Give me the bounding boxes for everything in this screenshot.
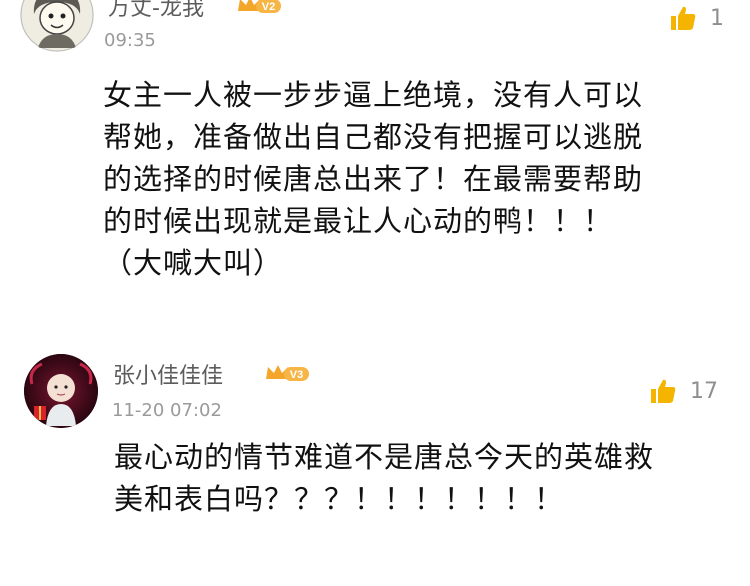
vip-level: V3 bbox=[290, 369, 303, 381]
comment-line: （大喊大叫） bbox=[103, 246, 284, 280]
comment-text: 最心动的情节难道不是唐总今天的英雄救 美和表白吗？？？！！！！！！！ bbox=[114, 436, 654, 520]
comment-line: 的时候出现就是最让人心动的鸭！！！ bbox=[103, 204, 614, 238]
crown-icon: V3 bbox=[266, 365, 309, 381]
avatar[interactable] bbox=[24, 354, 98, 428]
comment-line: 的选择的时候唐总出来了！在最需要帮助 bbox=[103, 162, 644, 196]
timestamp: 09:35 bbox=[104, 30, 156, 51]
vip-level: V2 bbox=[262, 1, 275, 13]
comment-text: 女主一人被一步步逼上绝境，没有人可以 帮她，准备做出自己都没有把握可以逃脱 的选… bbox=[103, 74, 643, 284]
username[interactable]: 万丈-龙我 bbox=[108, 0, 204, 22]
like-count: 17 bbox=[690, 378, 718, 404]
avatar[interactable] bbox=[20, 0, 94, 52]
like-button[interactable]: 1 bbox=[668, 3, 724, 33]
comment-line: 美和表白吗？？？！！！！！！！ bbox=[114, 482, 565, 516]
comment-item: 万丈-龙我 V2 09:35 1 女主一人被一步步逼上绝境，没有人可以 帮她，准… bbox=[0, 0, 750, 300]
like-button[interactable]: 17 bbox=[648, 376, 718, 406]
comment-line: 最心动的情节难道不是唐总今天的英雄救 bbox=[114, 440, 655, 474]
vip-badge: V2 bbox=[236, 0, 282, 16]
username[interactable]: 张小佳佳佳 bbox=[113, 358, 223, 390]
crown-icon: V2 bbox=[238, 0, 281, 13]
timestamp: 11-20 07:02 bbox=[112, 400, 222, 421]
comment-line: 帮她，准备做出自己都没有把握可以逃脱 bbox=[103, 120, 644, 154]
vip-badge: V3 bbox=[264, 362, 310, 384]
like-count: 1 bbox=[710, 5, 724, 31]
thumbs-up-icon bbox=[671, 6, 696, 31]
thumbs-up-icon bbox=[651, 379, 676, 403]
comment-item: 张小佳佳佳 V3 11-20 07:02 17 最心动的情节难道不是唐总今天的英… bbox=[0, 340, 750, 580]
comment-line: 女主一人被一步步逼上绝境，没有人可以 bbox=[103, 78, 644, 112]
